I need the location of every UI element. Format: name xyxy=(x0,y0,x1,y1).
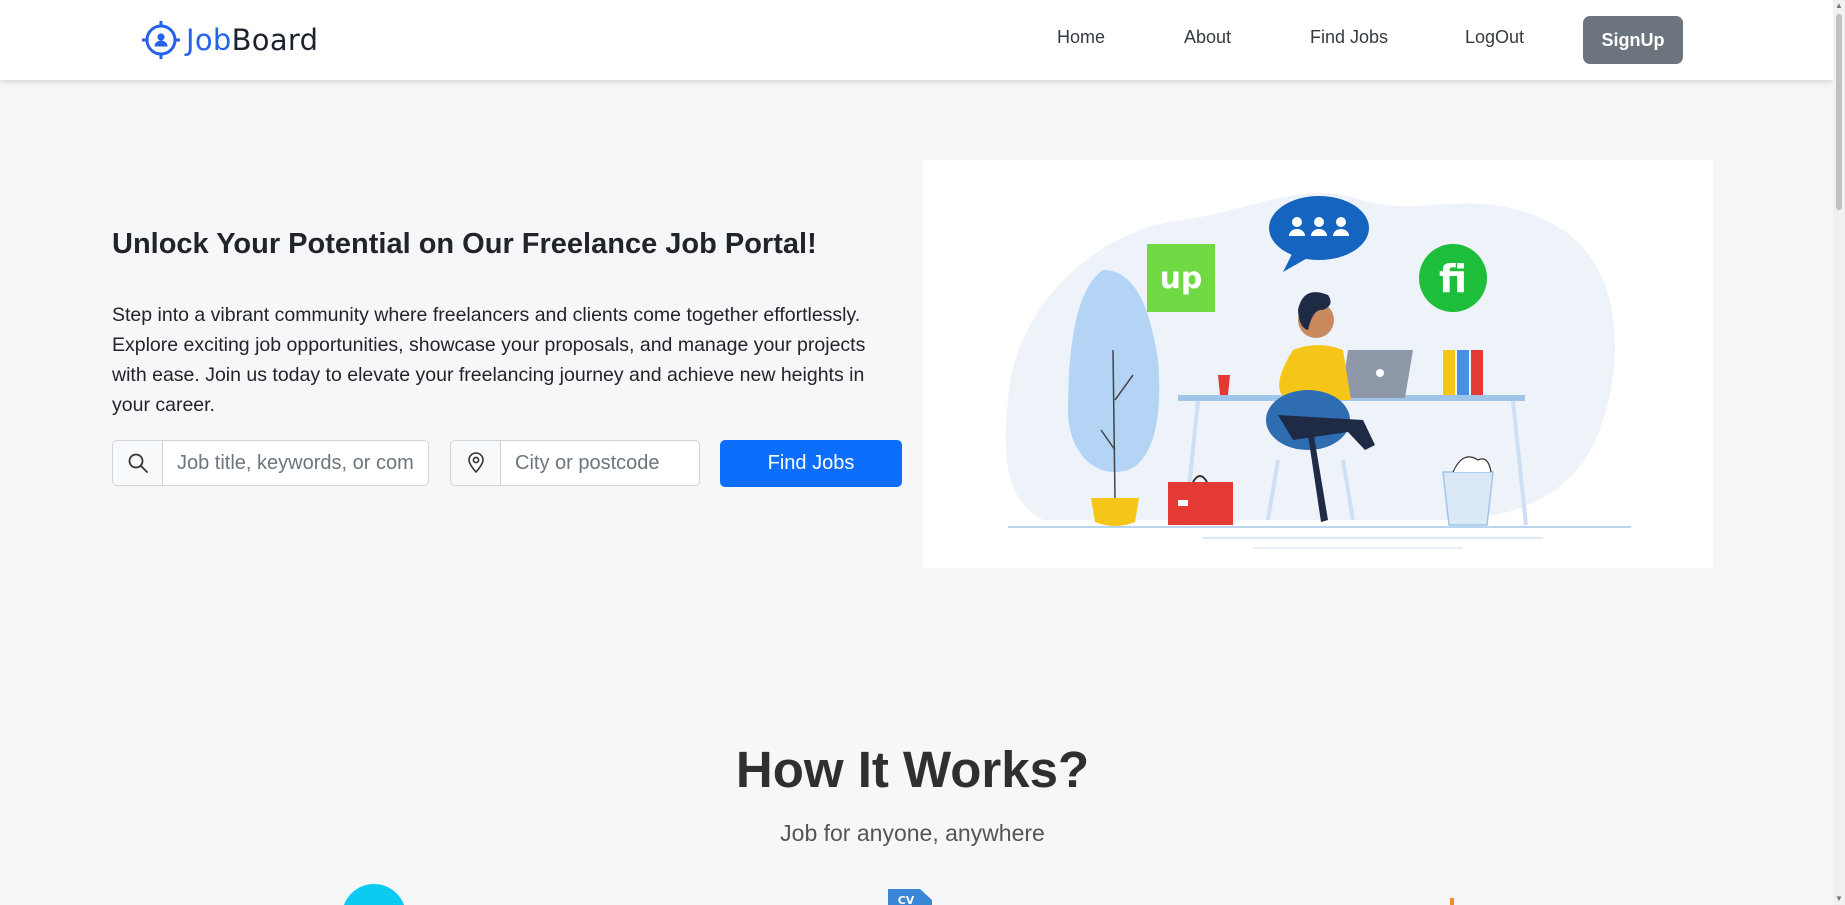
scroll-down-arrow-icon[interactable]: ▼ xyxy=(1834,894,1844,903)
nav-logout[interactable]: LogOut xyxy=(1465,27,1524,48)
scroll-up-arrow-icon[interactable]: ▲ xyxy=(1834,1,1844,10)
location-search-input[interactable] xyxy=(500,440,700,486)
svg-text:up: up xyxy=(1160,261,1203,296)
how-it-works-title: How It Works? xyxy=(735,741,1090,798)
search-icon xyxy=(112,440,162,486)
navbar: JobBoard Home About Find Jobs LogOut Sig… xyxy=(0,0,1833,80)
nav-about[interactable]: About xyxy=(1184,27,1231,48)
location-search-group xyxy=(450,440,700,486)
location-pin-icon xyxy=(450,440,500,486)
target-user-icon xyxy=(142,21,180,59)
briefcase-icon xyxy=(1450,898,1454,905)
svg-text:CV: CV xyxy=(898,894,915,905)
user-circle-icon xyxy=(343,884,405,905)
scroll-thumb[interactable] xyxy=(1836,14,1842,210)
brand-name: JobBoard xyxy=(186,23,319,57)
cv-document-icon: CV xyxy=(888,889,932,905)
hero-illustration: up fi xyxy=(923,160,1713,568)
hero-description: Step into a vibrant community where free… xyxy=(112,304,866,416)
signup-button[interactable]: SignUp xyxy=(1583,16,1683,64)
keyword-search-group xyxy=(112,440,429,486)
how-it-works-subtitle: Job for anyone, anywhere xyxy=(780,820,1045,846)
svg-text:fi: fi xyxy=(1439,257,1467,301)
brand-logo[interactable]: JobBoard xyxy=(141,18,318,62)
freelancer-desk-illustration: up fi xyxy=(1005,193,1631,549)
nav-find-jobs[interactable]: Find Jobs xyxy=(1310,27,1388,48)
keyword-search-input[interactable] xyxy=(162,440,429,486)
page-scrollbar[interactable]: ▲ ▼ xyxy=(1833,0,1845,905)
hero-title: Unlock Your Potential on Our Freelance J… xyxy=(112,228,817,260)
nav-home[interactable]: Home xyxy=(1057,27,1105,48)
find-jobs-button[interactable]: Find Jobs xyxy=(720,440,902,487)
